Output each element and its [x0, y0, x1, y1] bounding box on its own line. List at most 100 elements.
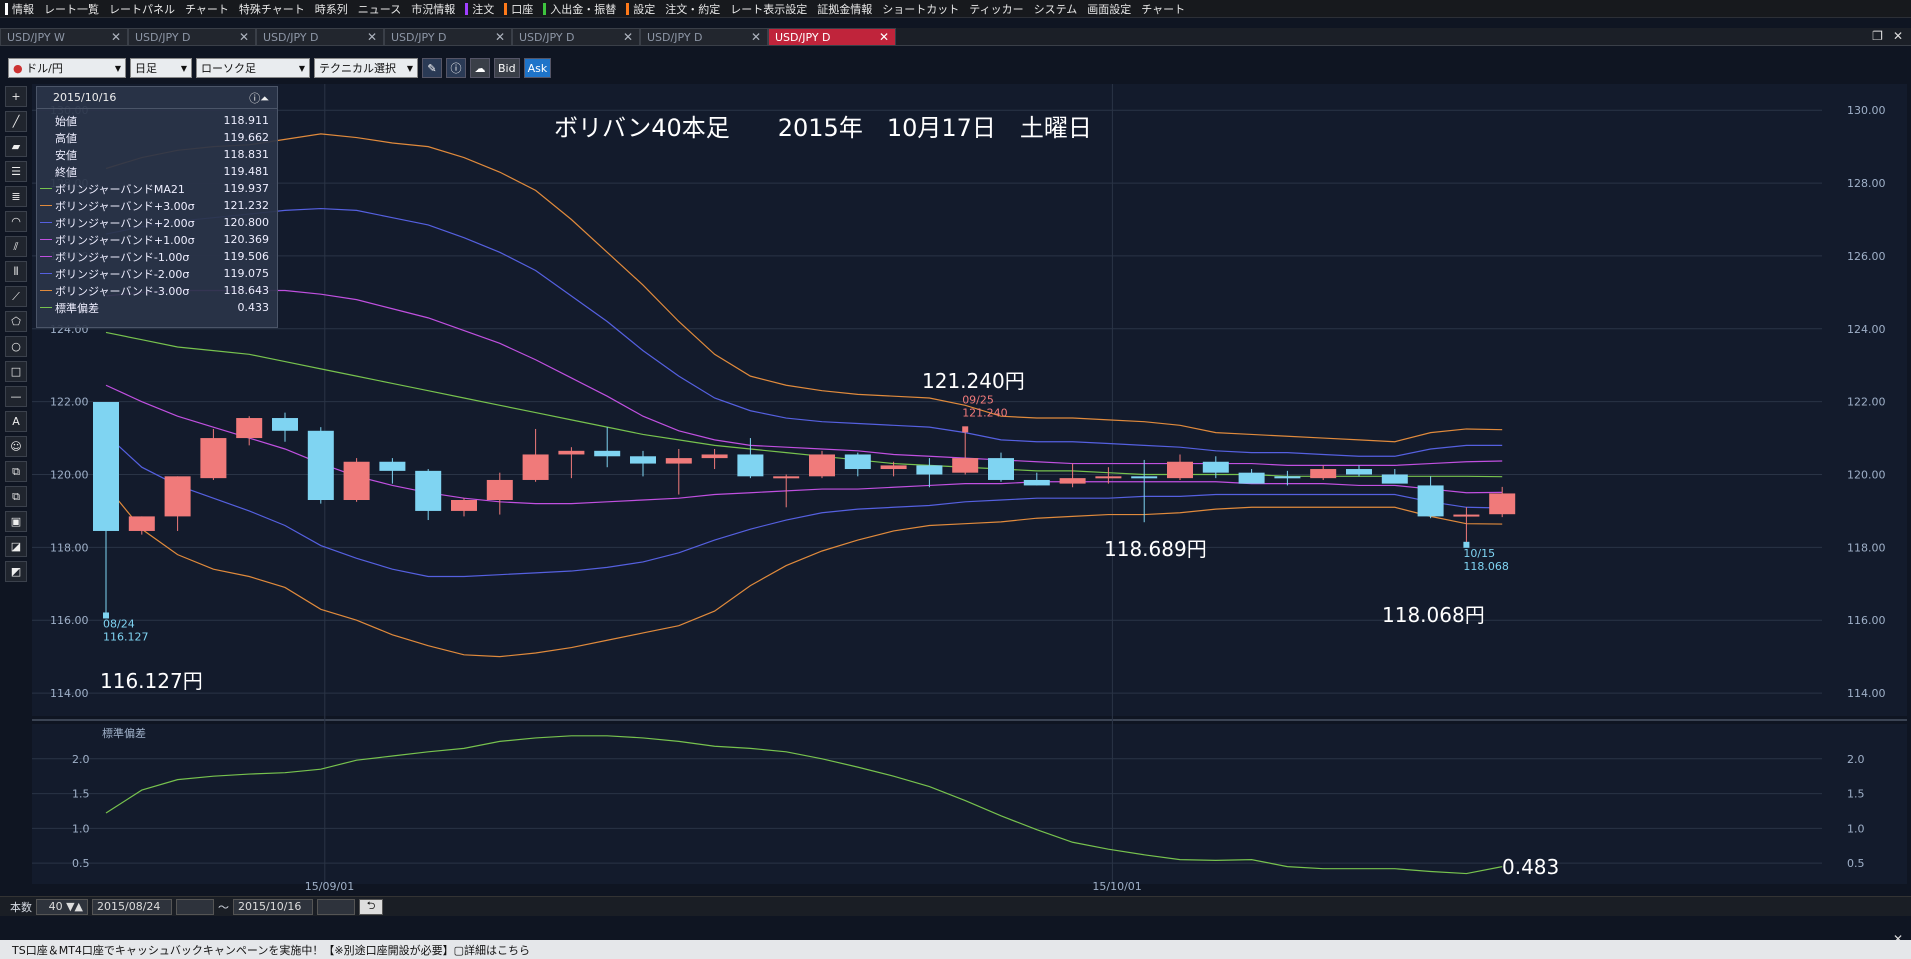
erase-all-icon[interactable]: ◩ — [5, 561, 27, 582]
pentagon-icon[interactable]: ⬠ — [5, 311, 27, 332]
menu-item[interactable]: システム — [1029, 0, 1083, 17]
refresh-icon[interactable]: ⮌ — [359, 898, 383, 915]
clipboard-icon[interactable]: ▣ — [5, 511, 27, 532]
info-row-value: 118.831 — [223, 148, 270, 161]
count-input[interactable]: 40 ▼▲ — [36, 898, 88, 915]
menu-item[interactable]: ニュース — [353, 0, 406, 17]
menu-item[interactable]: 口座 — [499, 0, 538, 17]
tab-close-icon[interactable]: ✕ — [239, 30, 249, 44]
from-date-field[interactable]: 2015/08/24 — [92, 898, 172, 915]
channel-icon[interactable]: ⟋ — [5, 286, 27, 307]
info-icon[interactable]: ⓘ — [446, 58, 466, 78]
menu-item[interactable]: 画面設定 — [1082, 0, 1136, 17]
menu-item[interactable]: 証拠金情報 — [812, 0, 877, 17]
tab-close-icon[interactable]: ✕ — [623, 30, 633, 44]
stamp-icon[interactable]: ☺ — [5, 436, 27, 457]
menu-item[interactable]: 注文・約定 — [660, 0, 725, 17]
chart[interactable]: 114.00 114.00 116.00 116.00 118.00 118.00 120.… — [32, 84, 1907, 892]
menu-item[interactable]: レート一覧 — [39, 0, 104, 17]
info-row: ボリンジャーバンド+1.00σ 120.369 — [37, 231, 277, 248]
arc-icon[interactable]: ◠ — [5, 211, 27, 232]
info-row-label: ボリンジャーバンド-1.00σ — [55, 250, 190, 264]
to-date-field[interactable]: 2015/10/16 — [233, 898, 313, 915]
menu-item[interactable]: レート表示設定 — [725, 0, 812, 17]
menu-item[interactable]: 注文 — [460, 0, 499, 17]
menu-item[interactable]: レートパネル — [104, 0, 180, 17]
period-select[interactable]: 日足 ▼ — [130, 58, 192, 78]
circle-icon[interactable]: ○ — [5, 336, 27, 357]
menu-item[interactable]: 時系列 — [310, 0, 353, 17]
menu-item[interactable]: 特殊チャート — [234, 0, 310, 17]
chart-shape-icon[interactable]: ☁ — [470, 58, 490, 78]
info-row: ボリンジャーバンド-2.00σ 119.075 — [37, 265, 277, 282]
chart-tab[interactable]: USD/JPY D ✕ — [768, 28, 896, 45]
info-toggle-icon[interactable]: ⓘ⏶ — [249, 90, 269, 106]
menu-item[interactable]: ショートカット — [877, 0, 964, 17]
info-row: 終値 119.481 — [37, 163, 277, 180]
info-row-label: 標準偏差 — [55, 301, 99, 315]
hline-icon[interactable]: ☰ — [5, 161, 27, 182]
crosshair-icon[interactable]: + — [5, 86, 27, 107]
info-row-value: 119.506 — [223, 250, 270, 263]
chart-tab[interactable]: USD/JPY D ✕ — [256, 28, 384, 45]
menu-item-label: ニュース — [357, 2, 402, 16]
candle-body — [1381, 474, 1408, 484]
bid-button[interactable]: Bid — [494, 58, 520, 78]
tab-close-icon[interactable]: ✕ — [367, 30, 377, 44]
info-row-label: ボリンジャーバンドMA21 — [55, 182, 185, 196]
horizontal-icon[interactable]: — — [5, 386, 27, 407]
candle-body — [128, 516, 155, 531]
text-icon[interactable]: A — [5, 411, 27, 432]
chart-tab[interactable]: USD/JPY D ✕ — [384, 28, 512, 45]
candle-body — [1453, 514, 1480, 517]
pen-icon[interactable]: ✎ — [422, 58, 442, 78]
chart-tab[interactable]: USD/JPY W ✕ — [0, 28, 128, 45]
ask-button[interactable]: Ask — [523, 58, 552, 78]
paste-icon[interactable]: ⧉ — [5, 486, 27, 507]
copy-icon[interactable]: ⧉ — [5, 461, 27, 482]
status-ticker[interactable]: TS口座＆MT4口座でキャッシュバックキャンペーンを実施中！【※別途口座開設が必… — [0, 940, 1911, 959]
menu-item-label: 注文 — [472, 2, 495, 16]
rectangle-icon[interactable]: □ — [5, 361, 27, 382]
menu-item-label: 設定 — [633, 2, 656, 16]
menu-item[interactable]: チャート — [1136, 0, 1190, 17]
y-tick-right: 126.00 — [1847, 250, 1886, 263]
tab-close-icon[interactable]: ✕ — [751, 30, 761, 44]
chevron-down-icon: ▼ — [406, 63, 413, 73]
vlines-icon[interactable]: ⦀ — [5, 261, 27, 282]
menu-item[interactable]: ティッカー — [964, 0, 1028, 17]
tab-close-icon[interactable]: ✕ — [111, 30, 121, 44]
info-row-label: ボリンジャーバンド+2.00σ — [55, 216, 195, 230]
info-row: 標準偏差 0.433 — [37, 299, 277, 316]
info-row-value: 121.232 — [223, 199, 270, 212]
chevron-down-icon: ▼ — [180, 63, 187, 73]
extreme-date: 10/15 — [1463, 547, 1495, 560]
eraser-icon[interactable]: ◪ — [5, 536, 27, 557]
line-icon[interactable]: ╱ — [5, 111, 27, 132]
style-select[interactable]: ローソク足 ▼ — [196, 58, 310, 78]
menu-item-label: ティッカー — [969, 2, 1024, 16]
candle-body — [1310, 469, 1337, 479]
menu-item[interactable]: 設定 — [621, 0, 660, 17]
close-icon[interactable]: ✕ — [1893, 29, 1903, 43]
menu-item[interactable]: 入出金・振替 — [538, 0, 621, 17]
tab-close-icon[interactable]: ✕ — [879, 30, 889, 44]
multiline-icon[interactable]: ≣ — [5, 186, 27, 207]
menu-item-label: 証拠金情報 — [817, 2, 873, 16]
pair-select[interactable]: ● ドル/円 ▼ — [8, 58, 126, 78]
menu-item[interactable]: チャート — [180, 0, 234, 17]
to-time-field[interactable] — [317, 898, 355, 915]
fib-icon[interactable]: ⫽ — [5, 236, 27, 257]
chart-tab[interactable]: USD/JPY D ✕ — [512, 28, 640, 45]
ruler-icon[interactable]: ▰ — [5, 136, 27, 157]
chart-tab[interactable]: USD/JPY D ✕ — [640, 28, 768, 45]
chart-tab[interactable]: USD/JPY D ✕ — [128, 28, 256, 45]
restore-icon[interactable]: ❐ — [1872, 29, 1883, 43]
technical-select[interactable]: テクニカル選択 ▼ — [314, 58, 418, 78]
from-time-field[interactable] — [176, 898, 214, 915]
y-tick-left: 116.00 — [50, 614, 89, 627]
tab-close-icon[interactable]: ✕ — [495, 30, 505, 44]
menu-item[interactable]: 市況情報 — [406, 0, 460, 17]
y-tick-right: 114.00 — [1847, 687, 1886, 700]
menu-item[interactable]: 情報 — [0, 0, 39, 17]
